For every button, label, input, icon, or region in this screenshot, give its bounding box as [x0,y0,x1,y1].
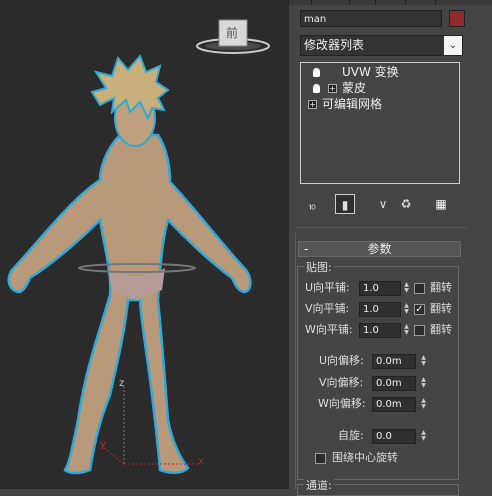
w-offset-label: W向偏移: [318,397,366,410]
show-end-result-icon[interactable]: ▮ [335,194,355,214]
divider [295,227,467,228]
object-color-swatch[interactable] [449,10,465,27]
spinner-arrows-icon[interactable]: ▲ ▼ [419,430,428,443]
expand-plus-icon[interactable]: + [328,84,337,93]
modify-panel: man 修改器列表 ⌄ UVW 变换 + 蒙皮 + 可编辑网格 ⏨ ▮ ∨ ♻ … [289,0,492,496]
stack-item-label: 蒙皮 [342,81,367,95]
z-axis-label: z [119,378,125,389]
spinner-arrows-icon[interactable]: ▲ ▼ [402,303,411,316]
character-model[interactable] [7,54,252,475]
stack-item-label: UVW 变换 [342,65,399,79]
stack-item-uvw-xform[interactable]: UVW 变换 [302,65,458,80]
rotate-label: 自旋: [338,429,364,442]
lightbulb-icon[interactable] [313,84,320,93]
u-flip-checkbox[interactable] [414,283,425,294]
v-offset-spinner[interactable]: 0.0m ▲ ▼ [372,376,430,391]
u-tile-value[interactable]: 1.0 [359,281,401,296]
modifier-stack-toolbar: ⏨ ▮ ∨ ♻ ▦ [300,194,465,216]
configure-modifier-sets-icon[interactable]: ▦ [431,194,451,214]
spinner-arrows-icon[interactable]: ▲ ▼ [419,355,428,368]
v-tile-value[interactable]: 1.0 [359,302,401,317]
spinner-arrows-icon[interactable]: ▲ ▼ [419,398,428,411]
tiling-group [297,266,459,480]
w-offset-spinner[interactable]: 0.0m ▲ ▼ [372,397,430,412]
u-tile-spinner[interactable]: 1.0 ▲ ▼ [359,281,413,296]
rollout-header[interactable]: - 参数 [298,241,461,257]
remove-modifier-icon[interactable]: ♻ [396,194,416,214]
w-flip-label: 翻转 [430,323,452,336]
stack-item-label: 可编辑网格 [322,97,383,111]
make-unique-icon[interactable]: ∨ [373,194,393,214]
channel-group-label: 通道: [304,477,334,493]
spinner-arrows-icon[interactable]: ▲ ▼ [419,377,428,390]
v-flip-label: 翻转 [430,302,452,315]
v-flip-checkbox[interactable]: ✓ [414,304,425,315]
modifier-list-label: 修改器列表 [304,38,365,52]
w-tile-spinner[interactable]: 1.0 ▲ ▼ [359,323,413,338]
x-axis-label: x [198,456,204,467]
expand-plus-icon[interactable]: + [308,100,317,109]
spinner-arrows-icon[interactable]: ▲ ▼ [402,282,411,295]
spinner-arrows-icon[interactable]: ▲ ▼ [402,324,411,337]
w-tile-label: W向平铺: [305,323,353,336]
object-name-field[interactable]: man [300,10,442,27]
viewport-scene [7,19,270,475]
u-offset-label: U向偏移: [319,354,364,367]
around-center-checkbox[interactable] [315,453,326,464]
u-offset-spinner[interactable]: 0.0m ▲ ▼ [372,354,430,369]
u-tile-label: U向平铺: [305,281,350,294]
tiling-group-label: 贴图: [304,259,334,275]
w-flip-checkbox[interactable] [414,325,425,336]
command-panel-tabs[interactable] [289,0,492,5]
rotate-value[interactable]: 0.0 [372,429,416,444]
u-offset-value[interactable]: 0.0m [372,354,416,369]
rotate-spinner[interactable]: 0.0 ▲ ▼ [372,429,430,444]
perspective-viewport[interactable]: 前 z x y [0,0,289,489]
v-offset-value[interactable]: 0.0m [372,376,416,391]
around-center-label[interactable]: 围绕中心旋转 [332,451,398,465]
v-tile-label: V向平铺: [305,302,350,315]
modifier-list-dropdown[interactable]: 修改器列表 ⌄ [300,35,463,56]
lightbulb-icon[interactable] [313,68,320,77]
pin-stack-icon[interactable]: ⏨ [302,194,322,214]
parameters-rollout: - 参数 贴图: U向平铺: 1.0 ▲ ▼ 翻转 V向平铺: 1.0 ▲ ▼ ✓ … [295,233,462,496]
stack-item-editable-mesh[interactable]: + 可编辑网格 [302,97,458,112]
stack-item-skin[interactable]: + 蒙皮 [302,81,458,96]
rollout-title: 参数 [367,242,392,256]
w-tile-value[interactable]: 1.0 [359,323,401,338]
chevron-down-icon[interactable]: ⌄ [444,36,462,55]
y-axis-label: y [100,439,106,450]
viewcube-face-label[interactable]: 前 [226,24,238,41]
u-flip-label: 翻转 [430,281,452,294]
modifier-stack[interactable]: UVW 变换 + 蒙皮 + 可编辑网格 [300,62,460,184]
v-tile-spinner[interactable]: 1.0 ▲ ▼ [359,302,413,317]
w-offset-value[interactable]: 0.0m [372,397,416,412]
v-offset-label: V向偏移: [319,376,364,389]
